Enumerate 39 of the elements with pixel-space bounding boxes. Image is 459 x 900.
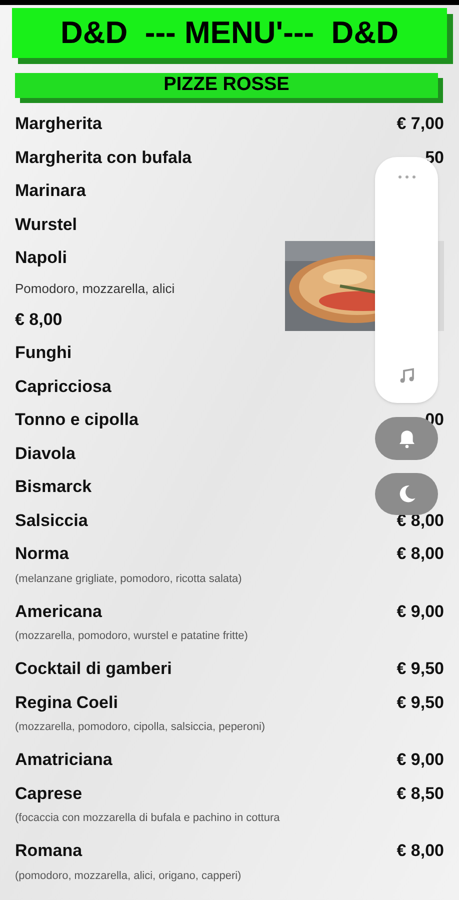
section-title: PIZZE ROSSE bbox=[164, 73, 290, 98]
ingredients-text: (pomodoro, mozzarella, alici, origano, capperi) bbox=[15, 868, 242, 884]
price-text: € 8,50 bbox=[396, 782, 444, 804]
pizza-name: Salsiccia bbox=[15, 510, 88, 532]
music-note-icon[interactable] bbox=[398, 367, 416, 385]
more-icon[interactable] bbox=[396, 175, 416, 179]
price-text: € 9,50 bbox=[396, 692, 444, 714]
pizza-name: Cocktail di gamberi bbox=[15, 658, 172, 680]
ingredients-text: Pomodoro, mozzarella, alici bbox=[15, 280, 175, 298]
price-text: € 8,00 bbox=[396, 840, 444, 862]
ingredients-text: (mozzarella, pomodoro, cipolla, salsiccia, peperoni) bbox=[15, 720, 266, 735]
pizza-name: Margherita bbox=[15, 113, 102, 135]
ingredients-text: (focaccia con mozzarella di bufala e pachino in cottura bbox=[15, 811, 280, 826]
pizza-name: Americana bbox=[15, 600, 102, 622]
pizza-name: Margherita con bufala bbox=[15, 146, 192, 169]
pizza-name: Marinara bbox=[15, 180, 86, 202]
price-text: € 9,00 bbox=[396, 600, 444, 622]
price-text: € 7,00 bbox=[396, 113, 444, 135]
price-text: € 8,00 bbox=[15, 308, 62, 330]
pizza-name: Romana bbox=[15, 840, 82, 862]
price-text: € 9,00 bbox=[396, 749, 444, 771]
pizza-name: Napoli bbox=[15, 247, 67, 269]
price-text: € 8,00 bbox=[396, 543, 444, 565]
price-text: € 9,50 bbox=[396, 658, 444, 680]
ingredients-text: (mozzarella, pomodoro, wurstel e patatine fritte) bbox=[15, 629, 248, 644]
pizza-name: Regina Coeli bbox=[15, 692, 118, 714]
pizza-name: Amatriciana bbox=[15, 749, 112, 771]
pizza-name: Norma bbox=[15, 543, 69, 565]
pizza-name: Wurstel bbox=[15, 214, 78, 236]
pizza-name: Capricciosa bbox=[15, 376, 112, 398]
pizza-name: Tonno e cipolla bbox=[15, 409, 138, 431]
ingredients-text: (melanzane grigliate, pomodoro, ricotta salata) bbox=[15, 572, 242, 586]
menu-title: D&D --- MENU'--- D&D bbox=[60, 14, 398, 52]
pizza-name: Funghi bbox=[15, 342, 72, 364]
pizza-name: Diavola bbox=[15, 442, 76, 464]
moon-button[interactable] bbox=[375, 473, 438, 515]
pizza-name: Bismarck bbox=[15, 476, 92, 498]
pizza-name: Caprese bbox=[15, 782, 82, 804]
bell-icon bbox=[396, 428, 416, 450]
